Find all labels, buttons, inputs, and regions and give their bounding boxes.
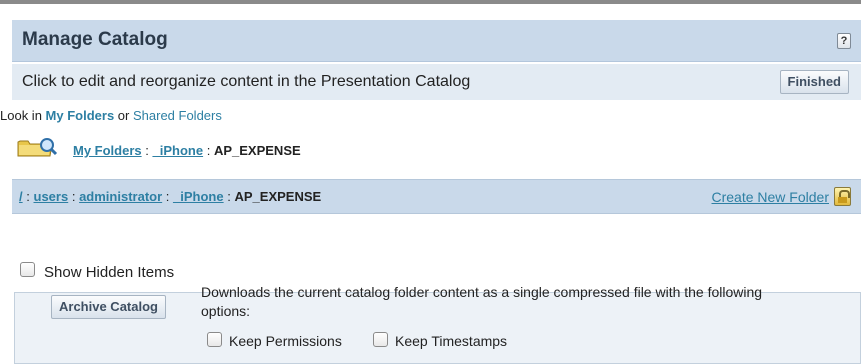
breadcrumb-my-folders[interactable]: My Folders xyxy=(73,143,142,158)
create-new-folder-link[interactable]: Create New Folder xyxy=(712,189,830,205)
keep-timestamps-label: Keep Timestamps xyxy=(395,333,508,349)
breadcrumb-separator: : xyxy=(145,143,149,158)
path-users[interactable]: users xyxy=(34,189,69,204)
shared-folders-link[interactable]: Shared Folders xyxy=(133,108,222,123)
show-hidden-items-checkbox[interactable] xyxy=(20,262,35,277)
folder-path-bar: / : users : administrator : _iPhone : AP… xyxy=(12,179,861,214)
path-iphone[interactable]: _iPhone xyxy=(173,189,224,204)
look-in-row: Look in My Folders or Shared Folders xyxy=(0,108,222,123)
breadcrumb-current: AP_EXPENSE xyxy=(213,143,301,158)
catalog-description-bar: Click to edit and reorganize content in … xyxy=(12,64,861,100)
look-in-label: Look in xyxy=(0,108,42,123)
archive-catalog-panel: Archive Catalog Downloads the current ca… xyxy=(14,284,861,364)
keep-permissions-checkbox[interactable] xyxy=(207,332,222,347)
help-icon[interactable]: ? xyxy=(837,33,851,49)
lock-icon[interactable] xyxy=(834,187,851,206)
archive-description: Downloads the current catalog folder con… xyxy=(201,284,763,319)
path-separator: : xyxy=(71,189,76,204)
finished-button[interactable]: Finished xyxy=(779,70,849,94)
path-separator: : xyxy=(165,189,170,204)
keep-permissions-label: Keep Permissions xyxy=(229,333,342,349)
path-current: AP_EXPENSE xyxy=(234,189,322,204)
look-in-or: or xyxy=(117,108,130,123)
path-administrator[interactable]: administrator xyxy=(79,189,162,204)
full-path-breadcrumb: / : users : administrator : _iPhone : AP… xyxy=(19,189,321,204)
path-separator: : xyxy=(227,189,231,204)
show-hidden-items-label: Show Hidden Items xyxy=(44,264,175,281)
breadcrumb-iphone[interactable]: _iPhone xyxy=(153,143,204,158)
top-divider xyxy=(0,0,861,4)
path-root[interactable]: / xyxy=(19,189,23,204)
breadcrumb-separator: : xyxy=(206,143,211,158)
page-title: Manage Catalog xyxy=(22,29,168,50)
catalog-description: Click to edit and reorganize content in … xyxy=(22,73,471,90)
archive-catalog-button[interactable]: Archive Catalog xyxy=(51,295,166,319)
keep-timestamps-checkbox[interactable] xyxy=(373,332,388,347)
folder-search-icon xyxy=(17,138,58,157)
path-separator: : xyxy=(26,189,30,204)
my-folders-link[interactable]: My Folders xyxy=(46,108,115,123)
manage-catalog-header: Manage Catalog ? xyxy=(12,20,861,62)
breadcrumb: My Folders : _iPhone : AP_EXPENSE xyxy=(73,143,301,158)
